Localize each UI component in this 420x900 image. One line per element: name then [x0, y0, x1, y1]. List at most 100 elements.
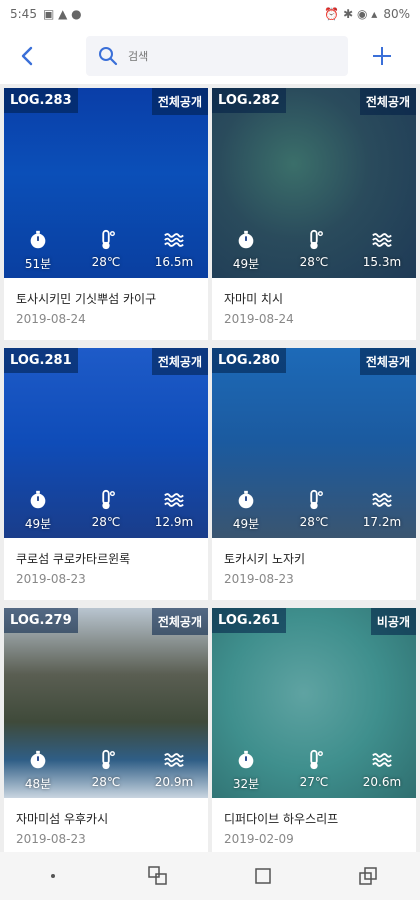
dive-time-value: 49분 [232, 517, 260, 531]
log-number: LOG.281 [4, 348, 78, 373]
log-card[interactable]: LOG.281 전체공개 49분 28℃ 12.9m 쿠로섬 쿠로카타르윈록 2… [4, 348, 208, 600]
log-card[interactable]: LOG.280 전체공개 49분 28℃ 17.2m 토카시키 노자키 2019… [212, 348, 416, 600]
search-input[interactable] [128, 49, 328, 63]
waves-icon [372, 493, 392, 507]
dive-time-value: 32분 [232, 777, 260, 791]
recent-apps-icon [147, 866, 167, 885]
log-number: LOG.282 [212, 88, 286, 113]
log-number: LOG.280 [212, 348, 286, 373]
log-number: LOG.283 [4, 88, 78, 113]
water-temp-value: 28℃ [299, 515, 329, 529]
max-depth: 20.9m [144, 749, 204, 792]
dive-stats: 32분 27℃ 20.6m [212, 749, 416, 792]
dive-photo: LOG.280 전체공개 49분 28℃ 17.2m [212, 348, 416, 538]
stopwatch-icon [30, 230, 46, 249]
visibility-badge: 전체공개 [359, 88, 416, 115]
visibility-badge: 전체공개 [359, 348, 416, 375]
dive-date: 2019-08-23 [16, 832, 86, 846]
thermometer-icon [102, 229, 115, 250]
dive-time: 49분 [8, 489, 68, 532]
water-temp-value: 28℃ [91, 255, 121, 269]
dive-photo: LOG.282 전체공개 49분 28℃ 15.3m [212, 88, 416, 278]
stopwatch-icon [238, 750, 254, 769]
dive-photo: LOG.261 비공개 32분 27℃ 20.6m [212, 608, 416, 798]
system-nav-bar [0, 852, 420, 900]
max-depth: 15.3m [352, 229, 412, 272]
max-depth-value: 15.3m [362, 255, 402, 269]
recent-apps-button[interactable] [128, 852, 188, 900]
back-nav-icon [358, 867, 377, 885]
search-icon [99, 47, 118, 66]
log-card[interactable]: LOG.261 비공개 32분 27℃ 20.6m 디퍼다이브 하우스리프 20… [212, 608, 416, 860]
search-box[interactable] [86, 36, 348, 76]
dive-site-title: 토사시키민 기싯뿌섬 카이구 [16, 292, 157, 306]
stopwatch-icon [238, 230, 254, 249]
waves-icon [164, 493, 184, 507]
dive-time: 32분 [216, 749, 276, 792]
dive-site-title: 토카시키 노자키 [224, 552, 306, 566]
dive-stats: 49분 28℃ 12.9m [4, 489, 208, 532]
thermometer-icon [310, 229, 323, 250]
visibility-badge: 비공개 [370, 608, 416, 635]
home-square-icon [254, 868, 271, 884]
log-grid: LOG.283 전체공개 51분 28℃ 16.5m 토사시키민 기싯뿌섬 카이… [4, 88, 416, 860]
max-depth-value: 20.9m [154, 775, 194, 789]
thermometer-icon [102, 489, 115, 510]
status-bar: 5:45 ▣ ▲ ● ⏰ ✱ ◉ ▴ 80% [0, 0, 420, 28]
dive-site-title: 쿠로섬 쿠로카타르윈록 [16, 552, 131, 566]
dive-date: 2019-02-09 [224, 832, 294, 846]
visibility-badge: 전체공개 [151, 608, 208, 635]
water-temp-value: 27℃ [299, 775, 329, 789]
water-temp: 28℃ [76, 749, 136, 792]
max-depth: 17.2m [352, 489, 412, 532]
waves-icon [372, 233, 392, 247]
water-temp-value: 28℃ [91, 775, 121, 789]
dive-site-title: 디퍼다이브 하우스리프 [224, 812, 339, 826]
water-temp: 27℃ [284, 749, 344, 792]
thermometer-icon [310, 489, 323, 510]
dive-date: 2019-08-24 [16, 312, 86, 326]
notification-icons: ▣ ▲ ● [42, 7, 82, 21]
dive-time: 51분 [8, 229, 68, 272]
dive-photo: LOG.279 전체공개 48분 28℃ 20.9m [4, 608, 208, 798]
max-depth: 20.6m [352, 749, 412, 792]
status-time: 5:45 [10, 7, 37, 21]
max-depth: 12.9m [144, 489, 204, 532]
log-card[interactable]: LOG.279 전체공개 48분 28℃ 20.9m 자마미섬 우후카시 201… [4, 608, 208, 860]
max-depth-value: 20.6m [362, 775, 402, 789]
dive-date: 2019-08-24 [224, 312, 294, 326]
dive-time: 48분 [8, 749, 68, 792]
add-button[interactable] [362, 36, 402, 76]
dive-photo: LOG.281 전체공개 49분 28℃ 12.9m [4, 348, 208, 538]
dive-stats: 48분 28℃ 20.9m [4, 749, 208, 792]
water-temp: 28℃ [76, 229, 136, 272]
dive-time-value: 49분 [24, 517, 52, 531]
chevron-left-icon [21, 46, 33, 66]
dot-icon [50, 874, 55, 878]
water-temp-value: 28℃ [299, 255, 329, 269]
dive-time-value: 49분 [232, 257, 260, 271]
water-temp-value: 28℃ [91, 515, 121, 529]
dive-site-title: 자마미섬 우후카시 [16, 812, 109, 826]
log-number: LOG.279 [4, 608, 78, 633]
max-depth: 16.5m [144, 229, 204, 272]
water-temp: 28℃ [284, 229, 344, 272]
dive-stats: 49분 28℃ 17.2m [212, 489, 416, 532]
dive-time-value: 51분 [24, 257, 52, 271]
dive-date: 2019-08-23 [224, 572, 294, 586]
home-button[interactable] [233, 852, 293, 900]
back-button[interactable] [0, 28, 56, 84]
water-temp: 28℃ [76, 489, 136, 532]
visibility-badge: 전체공개 [151, 348, 208, 375]
log-card[interactable]: LOG.283 전체공개 51분 28℃ 16.5m 토사시키민 기싯뿌섬 카이… [4, 88, 208, 340]
dive-stats: 49분 28℃ 15.3m [212, 229, 416, 272]
back-nav-button[interactable] [338, 852, 398, 900]
log-card[interactable]: LOG.282 전체공개 49분 28℃ 15.3m 자마미 치시 2019-0… [212, 88, 416, 340]
waves-icon [164, 753, 184, 767]
thermometer-icon [310, 749, 323, 770]
nav-dot-button[interactable] [23, 852, 83, 900]
visibility-badge: 전체공개 [151, 88, 208, 115]
max-depth-value: 12.9m [154, 515, 194, 529]
log-number: LOG.261 [212, 608, 286, 633]
max-depth-value: 16.5m [154, 255, 194, 269]
